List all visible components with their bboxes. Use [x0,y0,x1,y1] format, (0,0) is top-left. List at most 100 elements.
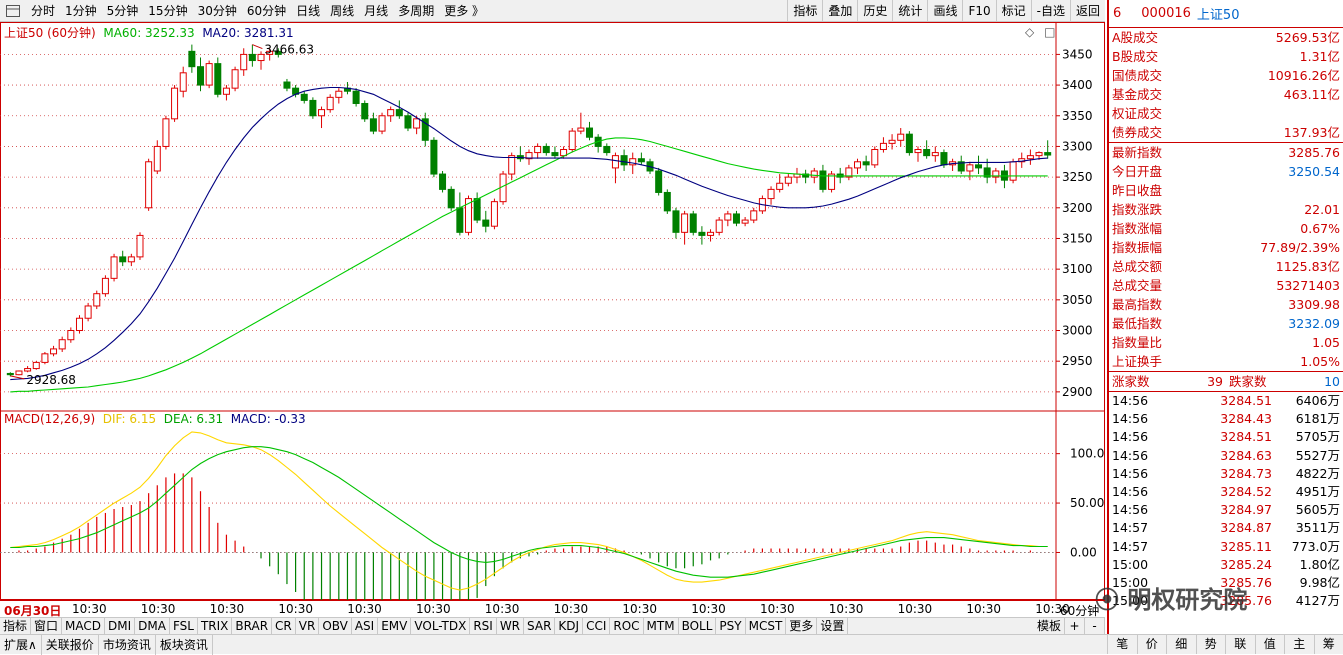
toolbar-button[interactable]: 画线 [927,0,962,22]
stat-label: 债券成交 [1112,123,1162,142]
tick-list[interactable]: 14:563284.516406万14:563284.436181万14:563… [1109,392,1343,610]
time-label: 10:30 [554,602,589,616]
tick-row[interactable]: 14:573284.873511万 [1109,519,1343,537]
chart-controls[interactable]: ◇ □ [1025,25,1055,39]
indicator-tab[interactable]: EMV [378,618,411,635]
period-tab[interactable]: 日线 [291,2,325,19]
candle-body [249,54,255,60]
indicator-tab[interactable]: TRIX [198,618,232,635]
stat-label: 最新指数 [1112,143,1162,162]
indicator-tab[interactable]: VOL-TDX [411,618,470,635]
period-tab[interactable]: 多周期 [393,2,439,19]
panel-button[interactable]: 联 [1225,634,1255,654]
candle-body [172,88,178,119]
bottom-tab[interactable]: 市场资讯 [99,635,156,655]
indicator-tab[interactable]: RSI [470,618,497,635]
indicator-tab[interactable]: 设置 [817,618,848,635]
candle-body [448,189,454,207]
tick-row[interactable]: 14:563284.524951万 [1109,483,1343,501]
candle-body [673,211,679,232]
bottom-tab[interactable]: 关联报价 [42,635,99,655]
period-tab[interactable]: 更多 》 [439,2,489,19]
stat-label: 基金成交 [1112,85,1162,104]
candle-body [379,116,385,131]
period-tab[interactable]: 15分钟 [143,2,192,19]
period-tab[interactable]: 分时 [26,2,60,19]
period-tab[interactable]: 60分钟 [242,2,291,19]
time-label: 10:30 [622,602,657,616]
toolbar-button[interactable]: 标记 [996,0,1031,22]
indicator-tab[interactable]: DMA [135,618,170,635]
tick-row[interactable]: 15:003285.241.80亿 [1109,556,1343,574]
panel-button[interactable]: 值 [1255,634,1285,654]
layout-icon[interactable] [4,3,22,19]
indicator-tab[interactable]: DMI [105,618,135,635]
panel-button[interactable]: 细 [1166,634,1196,654]
indicator-tab[interactable]: OBV [319,618,352,635]
indicator-tab[interactable]: BRAR [232,618,272,635]
indicator-tab[interactable]: 指标 [0,618,31,635]
diamond-icon[interactable]: ◇ [1025,25,1034,39]
toolbar-button[interactable]: 指标 [787,0,822,22]
indicator-control[interactable]: 模板 [1034,618,1065,635]
indicator-tab[interactable]: 更多 [786,618,817,635]
chart-area[interactable]: 3450340033503300325032003150310030503000… [0,22,1105,600]
toolbar-button[interactable]: 叠加 [822,0,857,22]
candlestick-chart[interactable]: 3450340033503300325032003150310030503000… [0,22,1105,600]
stat-row: 总成交额1125.83亿 [1109,257,1343,276]
tick-time: 14:56 [1112,501,1172,519]
square-icon[interactable]: □ [1044,25,1055,39]
stat-value: 3285.76 [1288,143,1340,162]
indicator-tab[interactable]: MCST [746,618,787,635]
indicator-tab[interactable]: FSL [170,618,198,635]
panel-button[interactable]: 价 [1137,634,1167,654]
panel-button[interactable]: 势 [1196,634,1226,654]
toolbar-button[interactable]: F10 [962,0,995,22]
candle-body [621,156,627,165]
tick-row[interactable]: 14:573285.11773.0万 [1109,538,1343,556]
toolbar-button[interactable]: 返回 [1070,0,1105,22]
indicator-tab[interactable]: MACD [62,618,105,635]
indicator-tab[interactable]: PSY [716,618,745,635]
watermark: ⦿ 明权研究院 [1095,580,1247,615]
tick-row[interactable]: 14:563284.635527万 [1109,447,1343,465]
toolbar-button[interactable]: 统计 [892,0,927,22]
period-tab[interactable]: 5分钟 [102,2,144,19]
indicator-tab[interactable]: CCI [583,618,610,635]
panel-button[interactable]: 主 [1284,634,1314,654]
tick-row[interactable]: 14:563284.436181万 [1109,410,1343,428]
candle-body [1036,153,1042,156]
indicator-tab[interactable]: ROC [610,618,643,635]
tick-row[interactable]: 14:563284.516406万 [1109,392,1343,410]
indicator-tab[interactable]: CR [272,618,296,635]
period-tab[interactable]: 1分钟 [60,2,102,19]
tick-price: 3284.43 [1172,410,1272,428]
indicator-control[interactable]: - [1085,618,1105,635]
period-label[interactable]: 60分钟 [1060,602,1099,619]
period-tab[interactable]: 月线 [359,2,393,19]
toolbar-button[interactable]: 历史 [857,0,892,22]
indicator-control[interactable]: + [1065,618,1085,635]
period-tab[interactable]: 周线 [325,2,359,19]
date-label: 06月30日 [4,602,61,619]
panel-button[interactable]: 笔 [1107,634,1137,654]
indicator-tab[interactable]: KDJ [555,618,583,635]
toolbar-button[interactable]: -自选 [1031,0,1070,22]
panel-button[interactable]: 筹 [1314,634,1343,654]
candle-body [327,97,333,109]
indicator-tab[interactable]: WR [497,618,524,635]
time-axis: 06月30日10:3010:3010:3010:3010:3010:3010:3… [0,600,1105,617]
indicator-tab[interactable]: BOLL [679,618,717,635]
indicator-tab[interactable]: 窗口 [31,618,62,635]
bottom-tab[interactable]: 板块资讯 [156,635,213,655]
tick-row[interactable]: 14:563284.975605万 [1109,501,1343,519]
tick-row[interactable]: 14:563284.515705万 [1109,428,1343,446]
indicator-tab[interactable]: ASI [352,618,378,635]
period-tab[interactable]: 30分钟 [193,2,242,19]
indicator-tab[interactable]: MTM [644,618,679,635]
bottom-tab[interactable]: 扩展∧ [0,635,42,655]
indicator-tab[interactable]: VR [296,618,320,635]
indicator-tab[interactable]: SAR [524,618,555,635]
candle-body [414,119,420,128]
tick-row[interactable]: 14:563284.734822万 [1109,465,1343,483]
